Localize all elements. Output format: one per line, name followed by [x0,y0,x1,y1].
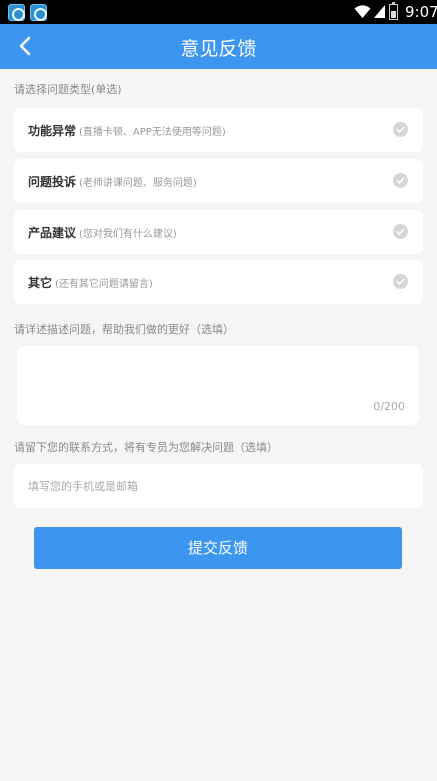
option-function-error[interactable]: 功能异常 (直播卡顿、APP无法使用等问题) [14,108,423,152]
signal-icon [374,5,385,18]
submit-button[interactable]: 提交反馈 [34,527,402,569]
check-circle-icon[interactable] [393,122,408,137]
status-bar: 9:07 [0,0,437,24]
description-textarea[interactable] [17,346,419,425]
option-title: 问题投诉 (老师讲课问题、服务问题) [28,175,197,189]
contact-label: 请留下您的联系方式，将有专员为您解决问题（选填） [14,441,278,454]
option-desc: (您对我们有什么建议) [79,229,177,240]
option-desc: (还有其它问题请留言) [55,279,153,290]
option-title: 产品建议 (您对我们有什么建议) [28,226,177,240]
contact-field-wrapper [14,464,423,508]
contact-input[interactable] [14,464,423,508]
option-other[interactable]: 其它 (还有其它问题请留言) [14,260,423,304]
check-circle-icon[interactable] [393,274,408,289]
option-desc: (直播卡顿、APP无法使用等问题) [79,127,226,138]
battery-icon [389,2,398,20]
nav-bar: 意见反馈 [0,24,437,69]
option-complaint[interactable]: 问题投诉 (老师讲课问题、服务问题) [14,159,423,203]
wifi-icon [354,5,371,18]
char-counter: 0/200 [373,400,405,413]
status-time: 9:07 [405,3,437,21]
description-box: 0/200 [17,346,419,425]
page-title: 意见反馈 [180,38,257,60]
app-notification-icon [30,4,47,21]
description-label: 请详述描述问题，帮助我们做的更好（选填） [14,323,234,336]
app-notification-icon [8,4,25,21]
option-title: 功能异常 (直播卡顿、APP无法使用等问题) [28,124,226,138]
check-circle-icon[interactable] [393,224,408,239]
problem-type-label: 请选择问题类型(单选) [14,83,122,96]
option-desc: (老师讲课问题、服务问题) [79,178,197,189]
option-title: 其它 (还有其它问题请留言) [28,276,153,290]
check-circle-icon[interactable] [393,173,408,188]
option-suggestion[interactable]: 产品建议 (您对我们有什么建议) [14,210,423,254]
